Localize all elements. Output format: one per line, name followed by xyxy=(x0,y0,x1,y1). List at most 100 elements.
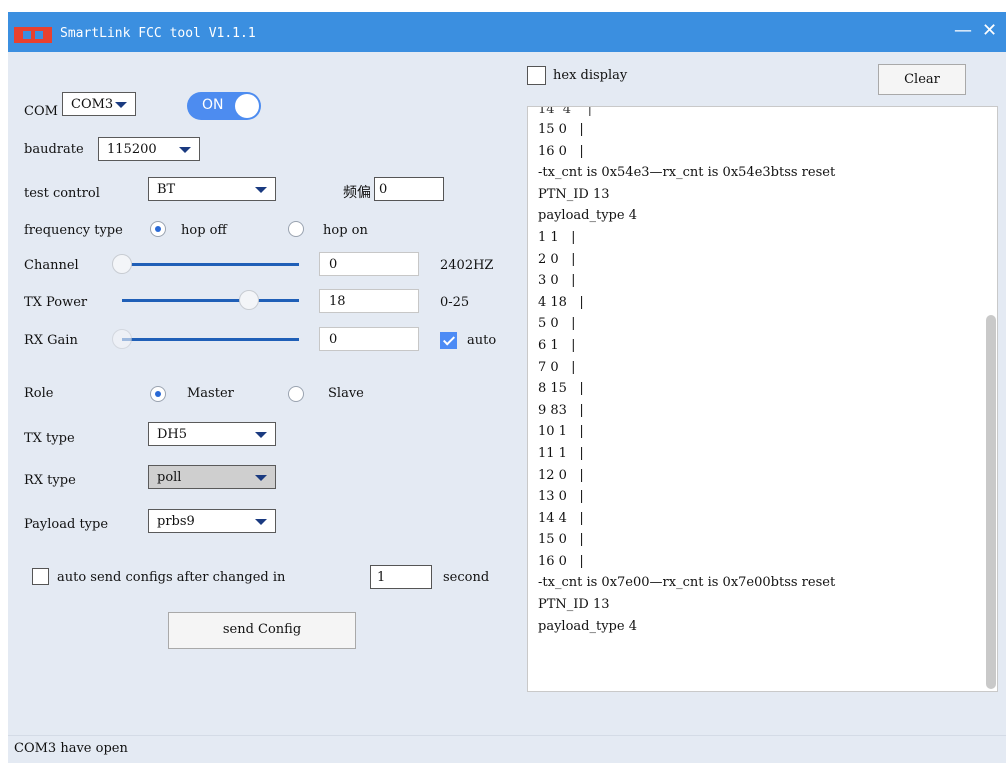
log-line: 14 4 | xyxy=(538,510,584,526)
tx-power-value: 18 xyxy=(329,294,346,309)
log-line: 15 0 | xyxy=(538,532,584,548)
tx-power-input[interactable]: 18 xyxy=(319,289,419,313)
rx-gain-slider-track[interactable] xyxy=(122,338,299,341)
test-control-select[interactable]: BT xyxy=(148,177,276,201)
hop-off-radio[interactable] xyxy=(150,221,166,237)
baudrate-select[interactable]: 115200 xyxy=(98,137,200,161)
channel-value: 0 xyxy=(329,257,338,272)
chevron-down-icon xyxy=(255,519,267,525)
log-line: 12 0 | xyxy=(538,467,584,483)
log-line: 2 0 | xyxy=(538,251,576,267)
payload-type-value: prbs9 xyxy=(157,514,195,529)
com-label: COM xyxy=(24,104,58,119)
rx-type-label: RX type xyxy=(24,473,76,488)
log-line: 16 0 | xyxy=(538,143,584,159)
chevron-down-icon xyxy=(255,432,267,438)
log-line: 10 1 | xyxy=(538,424,584,440)
baudrate-label: baudrate xyxy=(24,142,84,157)
log-line: -tx_cnt is 0x54e3—rx_cnt is 0x54e3btss r… xyxy=(538,165,836,181)
rx-gain-slider-thumb[interactable] xyxy=(112,329,132,349)
channel-label: Channel xyxy=(24,258,79,273)
toggle-knob xyxy=(235,94,259,118)
log-line: 4 18 | xyxy=(538,294,584,310)
rx-gain-label: RX Gain xyxy=(24,333,78,348)
log-line: PTN_ID 13 xyxy=(538,597,610,613)
close-button[interactable]: ✕ xyxy=(982,20,997,41)
status-text: COM3 have open xyxy=(14,741,128,756)
clear-button[interactable]: Clear xyxy=(878,64,966,95)
tx-type-value: DH5 xyxy=(157,427,188,442)
log-line: 16 0 | xyxy=(538,553,584,569)
log-line: 5 0 | xyxy=(538,316,576,332)
freq-offset-value: 0 xyxy=(379,182,388,197)
power-toggle-label: ON xyxy=(202,97,224,113)
auto-gain-label: auto xyxy=(467,333,497,348)
role-master-label: Master xyxy=(187,386,234,401)
rx-gain-value: 0 xyxy=(329,332,338,347)
tx-type-label: TX type xyxy=(24,431,75,446)
test-control-value: BT xyxy=(157,182,176,197)
tx-power-range-label: 0-25 xyxy=(440,295,470,310)
window-title: SmartLink FCC tool V1.1.1 xyxy=(60,26,256,41)
chevron-down-icon xyxy=(255,187,267,193)
chevron-down-icon xyxy=(179,147,191,153)
auto-send-unit-label: second xyxy=(443,570,490,585)
com-port-value: COM3 xyxy=(71,97,114,112)
log-line: 7 0 | xyxy=(538,359,576,375)
hop-off-label: hop off xyxy=(181,223,227,238)
chevron-down-icon xyxy=(255,475,267,481)
auto-send-seconds-input[interactable]: 1 xyxy=(370,565,432,589)
power-toggle[interactable]: ON xyxy=(187,92,261,120)
role-label: Role xyxy=(24,386,54,401)
tx-power-slider-track[interactable] xyxy=(122,299,299,302)
app-logo-icon xyxy=(14,27,52,43)
log-line: PTN_ID 13 xyxy=(538,186,610,202)
log-line: 11 1 | xyxy=(538,445,584,461)
rx-gain-input[interactable]: 0 xyxy=(319,327,419,351)
log-lines: 14 4 | 15 0 | 16 0 | -tx_cnt is 0x54e3—rx_… xyxy=(538,107,835,637)
freq-offset-label: 频偏 xyxy=(343,185,371,201)
test-control-label: test control xyxy=(24,186,100,201)
minimize-button[interactable]: — xyxy=(954,20,972,41)
log-line: 6 1 | xyxy=(538,337,576,353)
auto-send-label: auto send configs after changed in xyxy=(57,570,286,585)
log-line: -tx_cnt is 0x7e00—rx_cnt is 0x7e00btss r… xyxy=(538,575,836,591)
channel-slider-thumb[interactable] xyxy=(112,254,132,274)
log-line: 3 0 | xyxy=(538,273,576,289)
role-slave-radio[interactable] xyxy=(288,386,304,402)
log-output[interactable]: 14 4 | 15 0 | 16 0 | -tx_cnt is 0x54e3—rx_… xyxy=(527,106,998,692)
auto-gain-checkbox[interactable] xyxy=(440,332,457,349)
hop-on-radio[interactable] xyxy=(288,221,304,237)
channel-input[interactable]: 0 xyxy=(319,252,419,276)
log-line: payload_type 4 xyxy=(538,208,637,224)
auto-send-checkbox[interactable] xyxy=(32,568,49,585)
payload-type-select[interactable]: prbs9 xyxy=(148,509,276,533)
send-config-button-label: send Config xyxy=(222,622,302,637)
log-line: 8 15 | xyxy=(538,381,584,397)
frequency-type-label: frequency type xyxy=(24,223,123,238)
send-config-button[interactable]: send Config xyxy=(168,612,356,649)
role-slave-label: Slave xyxy=(328,386,364,401)
log-line: 1 1 | xyxy=(538,229,576,245)
hop-on-label: hop on xyxy=(323,223,368,238)
log-line: 13 0 | xyxy=(538,489,584,505)
channel-slider-track[interactable] xyxy=(122,263,299,266)
rx-type-select[interactable]: poll xyxy=(148,465,276,489)
baudrate-value: 115200 xyxy=(107,142,157,157)
hex-display-checkbox[interactable] xyxy=(527,66,546,85)
log-line: payload_type 4 xyxy=(538,618,637,634)
auto-send-seconds-value: 1 xyxy=(377,570,386,585)
log-line: 9 83 | xyxy=(538,402,584,418)
log-line-partial: 14 4 | xyxy=(538,107,592,117)
status-bar xyxy=(8,735,1006,763)
channel-unit-label: 2402HZ xyxy=(440,258,494,273)
log-scrollbar[interactable] xyxy=(986,315,996,689)
freq-offset-input[interactable]: 0 xyxy=(374,177,444,201)
chevron-down-icon xyxy=(115,102,127,108)
tx-power-label: TX Power xyxy=(24,295,88,310)
tx-type-select[interactable]: DH5 xyxy=(148,422,276,446)
payload-type-label: Payload type xyxy=(24,517,109,532)
hex-display-label: hex display xyxy=(553,68,628,83)
com-port-select[interactable]: COM3 xyxy=(62,92,136,116)
role-master-radio[interactable] xyxy=(150,386,166,402)
